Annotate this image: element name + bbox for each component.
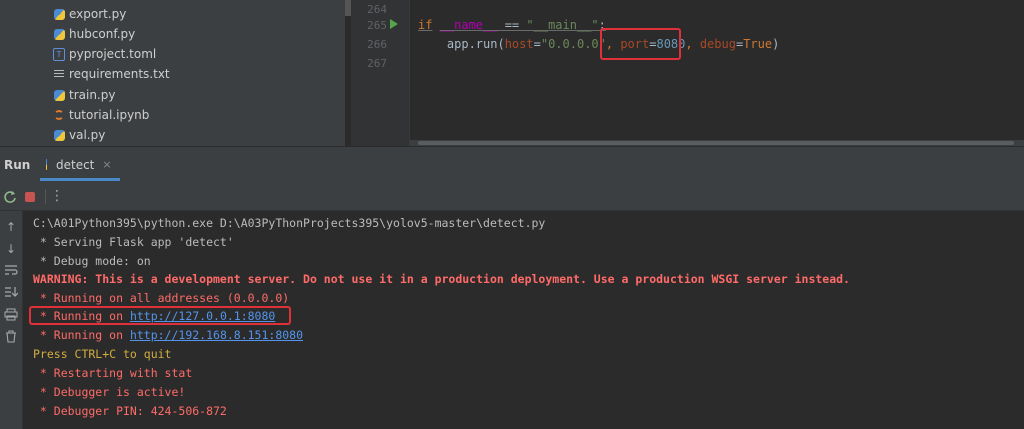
run-window-title: Run bbox=[4, 158, 31, 172]
arrow-up-icon[interactable]: ↑ bbox=[3, 219, 19, 235]
console-line: C:\A01Python395\python.exe D:\A03PyThonP… bbox=[33, 216, 546, 230]
scroll-thumb[interactable] bbox=[418, 141, 1014, 145]
project-tree: export.py hubconf.py T pyproject.toml re… bbox=[0, 0, 345, 146]
console-line: * Debug mode: on bbox=[33, 254, 151, 268]
python-file-icon bbox=[53, 8, 65, 20]
file-name: train.py bbox=[69, 88, 116, 102]
line-number: 266 bbox=[367, 38, 387, 51]
tab-detect[interactable]: detect × bbox=[40, 151, 120, 181]
python-file-icon bbox=[40, 159, 52, 171]
console-line: * Debugger PIN: 424-506-872 bbox=[33, 404, 227, 418]
more-options-icon[interactable]: ⋮ bbox=[50, 188, 64, 204]
file-name: val.py bbox=[69, 128, 106, 142]
local-url-highlight-box bbox=[29, 306, 291, 325]
file-name: export.py bbox=[69, 7, 127, 21]
line-number: 267 bbox=[367, 57, 387, 70]
tree-file-train[interactable]: train.py bbox=[53, 85, 115, 105]
text-file-icon bbox=[53, 68, 65, 80]
print-icon[interactable] bbox=[3, 308, 19, 324]
python-file-icon bbox=[53, 89, 65, 101]
arrow-down-icon[interactable]: ↓ bbox=[3, 241, 19, 257]
run-gutter-icon[interactable] bbox=[390, 19, 398, 29]
line-number: 264 bbox=[367, 3, 387, 16]
port-highlight-box bbox=[600, 28, 681, 60]
line-number: 265 bbox=[367, 19, 387, 32]
run-tool-window-header: Run detect × bbox=[0, 146, 1024, 184]
notebook-file-icon bbox=[53, 109, 65, 121]
file-name: hubconf.py bbox=[69, 27, 136, 41]
file-name: requirements.txt bbox=[69, 67, 170, 81]
stop-icon[interactable] bbox=[24, 191, 36, 203]
code-line-266: app.run(host="0.0.0.0", port=8080, debug… bbox=[418, 37, 780, 51]
toml-file-icon: T bbox=[53, 47, 65, 61]
lan-url-link[interactable]: http://192.168.8.151:8080 bbox=[130, 328, 303, 342]
code-editor[interactable]: if __name__ == "__main__": app.run(host=… bbox=[410, 0, 1024, 146]
tree-file-pyproject[interactable]: T pyproject.toml bbox=[53, 44, 156, 64]
trash-icon[interactable] bbox=[3, 330, 19, 346]
python-file-icon bbox=[53, 129, 65, 141]
soft-wrap-icon[interactable] bbox=[3, 264, 19, 280]
console-line: * Serving Flask app 'detect' bbox=[33, 235, 234, 249]
editor-gutter: 264 265 266 267 bbox=[351, 0, 410, 146]
file-name: tutorial.ipynb bbox=[69, 108, 150, 122]
tree-file-requirements[interactable]: requirements.txt bbox=[53, 64, 170, 84]
run-toolbar: ⋮ bbox=[0, 183, 1024, 211]
code-line-265: if __name__ == "__main__": bbox=[418, 18, 606, 32]
tree-file-export[interactable]: export.py bbox=[53, 4, 126, 24]
tree-file-hubconf[interactable]: hubconf.py bbox=[53, 24, 135, 44]
rerun-icon[interactable] bbox=[2, 189, 18, 205]
console-line: * Running on all addresses (0.0.0.0) bbox=[33, 291, 290, 305]
warning-line: WARNING: This is a development server. D… bbox=[33, 272, 850, 286]
tab-label: detect bbox=[56, 157, 95, 172]
tree-file-val[interactable]: val.py bbox=[53, 125, 105, 145]
console-line: * Debugger is active! bbox=[33, 385, 186, 399]
console-line: * Restarting with stat bbox=[33, 366, 193, 380]
running-lan-line: * Running on http://192.168.8.151:8080 bbox=[33, 328, 304, 342]
console-side-toolbar: ↑ ↓ bbox=[0, 211, 23, 429]
scroll-to-end-icon[interactable] bbox=[3, 286, 19, 302]
toolbar-separator bbox=[45, 189, 46, 204]
file-name: pyproject.toml bbox=[69, 47, 157, 61]
quit-hint-line: Press CTRL+C to quit bbox=[33, 347, 172, 361]
close-icon[interactable]: × bbox=[102, 158, 111, 171]
python-file-icon bbox=[53, 28, 65, 40]
tree-file-tutorial[interactable]: tutorial.ipynb bbox=[53, 105, 149, 125]
